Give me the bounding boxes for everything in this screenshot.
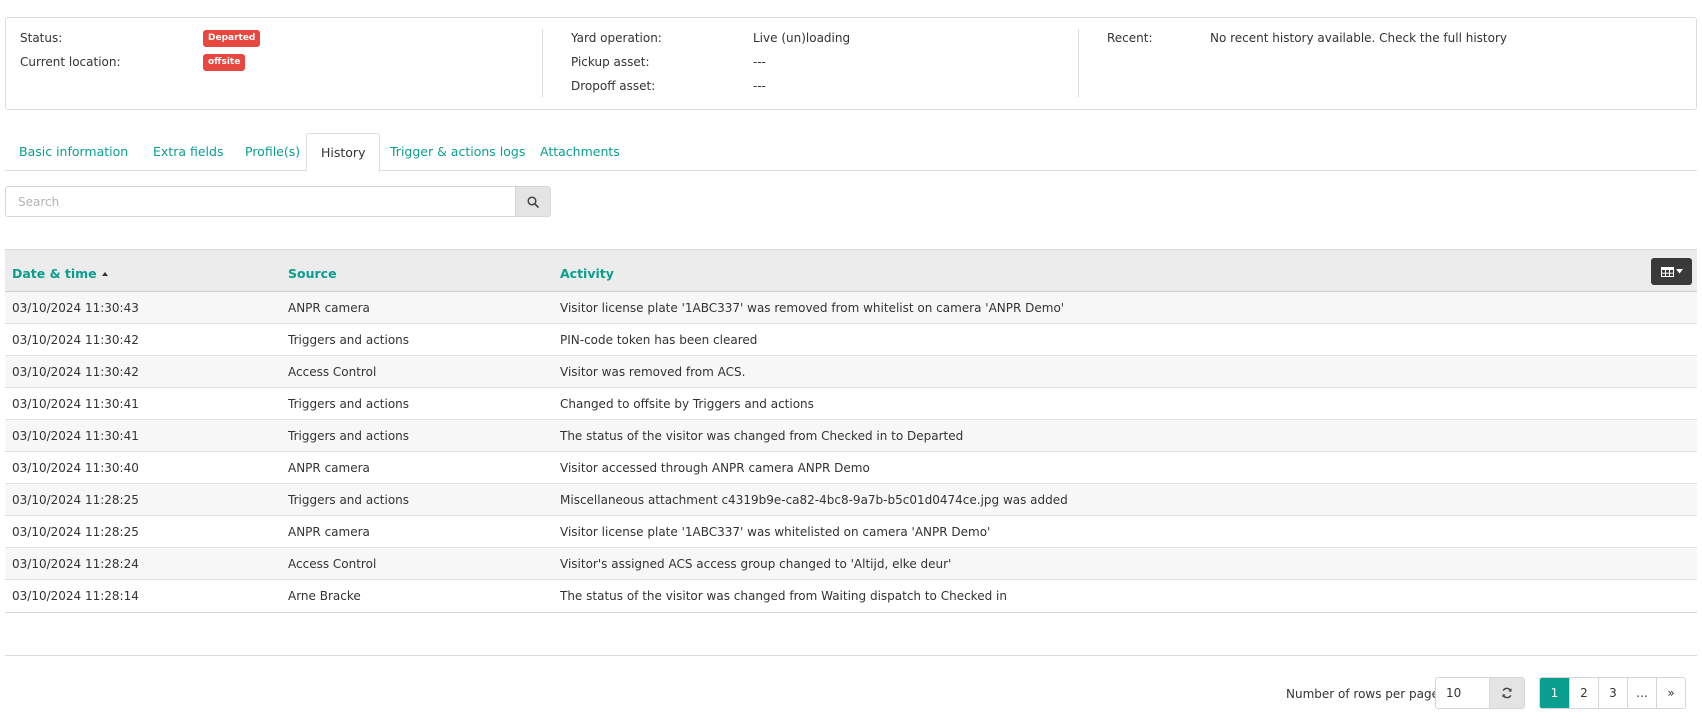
table-row: 03/10/2024 11:30:41 Triggers and actions T…: [5, 420, 1697, 452]
status-badge: Departed: [203, 30, 261, 47]
location-badge: offsite: [203, 54, 246, 71]
refresh-icon: [1502, 687, 1512, 699]
tab-profiles[interactable]: Profile(s): [231, 133, 314, 171]
table-body: 03/10/2024 11:30:43 ANPR camera Visitor li…: [5, 292, 1697, 612]
cell-source: ANPR camera: [288, 525, 370, 539]
rows-per-page-input[interactable]: [1436, 678, 1490, 708]
cell-source: Triggers and actions: [288, 333, 410, 347]
recent-history-link[interactable]: No recent history available. Check the f…: [1210, 29, 1507, 47]
tab-trigger-actions-logs[interactable]: Trigger & actions logs: [376, 133, 539, 171]
cell-activity: Visitor's assigned ACS access group chan…: [560, 557, 952, 571]
footer-divider: [5, 655, 1697, 656]
cell-date: 03/10/2024 11:28:25: [12, 525, 139, 539]
rows-per-page-control: [1435, 677, 1525, 709]
status-column-3: Recent: No recent history available. Che…: [1078, 29, 1688, 97]
column-header-source[interactable]: Source: [288, 250, 337, 293]
cell-date: 03/10/2024 11:28:14: [12, 589, 139, 603]
recent-label: Recent:: [1107, 31, 1153, 45]
cell-date: 03/10/2024 11:30:41: [12, 397, 139, 411]
table-row: 03/10/2024 11:30:42 Triggers and actions P…: [5, 324, 1697, 356]
status-label: Status:: [20, 31, 63, 45]
cell-activity: Changed to offsite by Triggers and actio…: [560, 397, 814, 411]
yard-operation-row: Yard operation: Live (un)loading: [557, 29, 1078, 53]
cell-activity: PIN-code token has been cleared: [560, 333, 758, 347]
cell-source: Triggers and actions: [288, 493, 410, 507]
cell-date: 03/10/2024 11:30:40: [12, 461, 139, 475]
search-input[interactable]: [6, 187, 516, 216]
cell-date: 03/10/2024 11:30:43: [12, 301, 139, 315]
page-ellipsis-button[interactable]: ...: [1627, 678, 1656, 708]
status-column-1: Status: Departed Current location: offsi…: [20, 29, 538, 97]
history-table: Date & time Source Activity 03/10/2024 1…: [5, 249, 1697, 613]
refresh-button[interactable]: [1489, 678, 1524, 708]
table-row: 03/10/2024 11:30:40 ANPR camera Visitor ac…: [5, 452, 1697, 484]
table-row: 03/10/2024 11:28:25 ANPR camera Visitor li…: [5, 516, 1697, 548]
tab-attachments[interactable]: Attachments: [526, 133, 634, 171]
column-header-activity[interactable]: Activity: [560, 250, 614, 293]
table-row: 03/10/2024 11:30:41 Triggers and actions C…: [5, 388, 1697, 420]
column-header-date[interactable]: Date & time: [12, 250, 108, 293]
cell-date: 03/10/2024 11:30:42: [12, 333, 139, 347]
page-last-button[interactable]: »: [1656, 678, 1685, 708]
pagination: 1 2 3 ... »: [1539, 677, 1686, 709]
table-columns-icon: [1660, 266, 1674, 277]
cell-date: 03/10/2024 11:30:42: [12, 365, 139, 379]
dropoff-asset-row: Dropoff asset: ---: [557, 77, 1078, 101]
cell-activity: Visitor license plate '1ABC337' was remo…: [560, 301, 1065, 315]
table-row: 03/10/2024 11:30:43 ANPR camera Visitor li…: [5, 292, 1697, 324]
cell-source: ANPR camera: [288, 461, 370, 475]
cell-activity: The status of the visitor was changed fr…: [560, 589, 1007, 603]
tab-bar: Basic information Extra fields Profile(s…: [5, 133, 1697, 172]
table-row: 03/10/2024 11:28:24 Access Control Visitor…: [5, 548, 1697, 580]
rows-per-page-label: Number of rows per page: [1286, 687, 1440, 701]
cell-activity: Visitor accessed through ANPR camera ANP…: [560, 461, 870, 475]
status-panel: Status: Departed Current location: offsi…: [5, 17, 1697, 110]
table-row: 03/10/2024 11:30:42 Access Control Visitor…: [5, 356, 1697, 388]
tab-history[interactable]: History: [306, 133, 381, 172]
recent-row: Recent: No recent history available. Che…: [1093, 29, 1688, 53]
location-row: Current location: offsite: [20, 53, 538, 77]
caret-down-icon: [1675, 269, 1683, 274]
location-label: Current location:: [20, 55, 121, 69]
dropoff-asset-label: Dropoff asset:: [571, 79, 656, 93]
cell-source: Triggers and actions: [288, 397, 410, 411]
page-1-button[interactable]: 1: [1540, 678, 1569, 708]
page-2-button[interactable]: 2: [1569, 678, 1598, 708]
cell-activity: Visitor license plate '1ABC337' was whit…: [560, 525, 991, 539]
tab-basic-information[interactable]: Basic information: [5, 133, 142, 171]
cell-source: ANPR camera: [288, 301, 370, 315]
cell-date: 03/10/2024 11:28:25: [12, 493, 139, 507]
cell-activity: Visitor was removed from ACS.: [560, 365, 746, 379]
cell-source: Triggers and actions: [288, 429, 410, 443]
search-button[interactable]: [515, 187, 550, 216]
yard-operation-value: Live (un)loading: [753, 31, 851, 45]
cell-activity: Miscellaneous attachment c4319b9e-ca82-4…: [560, 493, 1068, 507]
page-3-button[interactable]: 3: [1598, 678, 1627, 708]
table-header: Date & time Source Activity: [5, 249, 1697, 292]
cell-source: Access Control: [288, 365, 377, 379]
pickup-asset-value: ---: [753, 55, 766, 69]
dropoff-asset-value: ---: [753, 79, 766, 93]
tab-extra-fields[interactable]: Extra fields: [139, 133, 237, 171]
column-toggle-button[interactable]: [1651, 258, 1692, 285]
cell-source: Access Control: [288, 557, 377, 571]
cell-source: Arne Bracke: [288, 589, 361, 603]
table-row: 03/10/2024 11:28:25 Triggers and actions M…: [5, 484, 1697, 516]
search-icon: [527, 195, 539, 208]
cell-activity: The status of the visitor was changed fr…: [560, 429, 964, 443]
status-row: Status: Departed: [20, 29, 538, 53]
sort-ascending-icon: [101, 272, 108, 276]
column-header-date-label: Date & time: [12, 266, 97, 281]
cell-date: 03/10/2024 11:30:41: [12, 429, 139, 443]
search-box: [5, 186, 551, 217]
status-column-2: Yard operation: Live (un)loading Pickup …: [542, 29, 1078, 97]
table-row: 03/10/2024 11:28:14 Arne Bracke The status…: [5, 580, 1697, 612]
pickup-asset-label: Pickup asset:: [571, 55, 650, 69]
cell-date: 03/10/2024 11:28:24: [12, 557, 139, 571]
yard-operation-label: Yard operation:: [571, 31, 662, 45]
pickup-asset-row: Pickup asset: ---: [557, 53, 1078, 77]
